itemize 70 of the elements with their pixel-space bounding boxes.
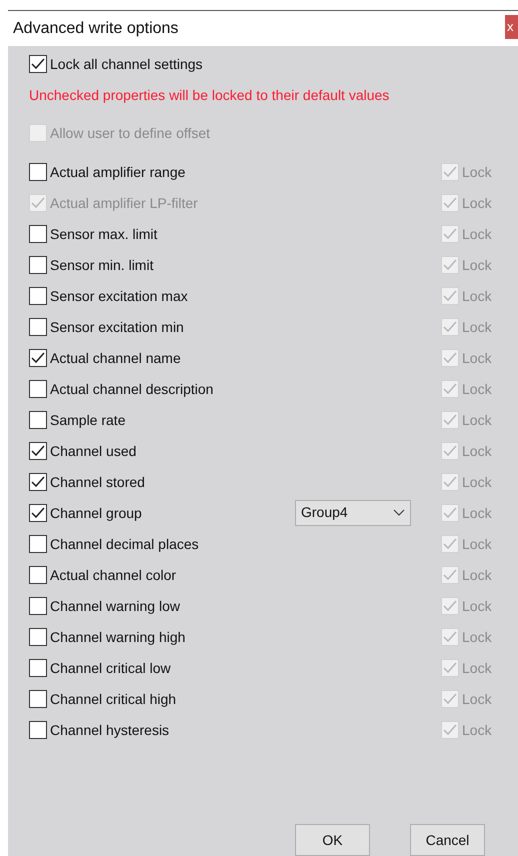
property-checkbox[interactable]: Channel warning high [29, 628, 295, 646]
checkmark-icon [31, 196, 45, 208]
checkmark-icon [443, 290, 457, 302]
checkmark-icon [443, 476, 457, 488]
checkbox[interactable] [29, 442, 47, 460]
property-checkbox[interactable]: Actual channel color [29, 566, 295, 584]
property-checkbox[interactable]: Sensor max. limit [29, 224, 295, 242]
chevron-down-icon [393, 509, 405, 516]
property-checkbox[interactable]: Actual channel name [29, 348, 295, 366]
property-checkbox[interactable]: Channel hysteresis [29, 720, 295, 738]
checkmark-icon [443, 382, 457, 394]
checkbox[interactable] [29, 504, 47, 522]
checkbox[interactable] [29, 534, 47, 552]
lock-all-checkbox[interactable]: Lock all channel settings [29, 55, 504, 73]
checkmark-icon [31, 444, 45, 456]
checkmark-icon [443, 600, 457, 612]
ok-button[interactable]: OK [295, 824, 370, 856]
checkbox[interactable] [29, 658, 47, 676]
checkmark-icon [443, 724, 457, 736]
property-checkbox[interactable]: Actual amplifier range [29, 162, 295, 180]
checkbox[interactable] [29, 596, 47, 614]
checkbox[interactable] [29, 690, 47, 708]
checkmark-icon [443, 506, 457, 518]
warning-text: Unchecked properties will be locked to their default values [29, 86, 390, 104]
property-checkbox[interactable]: Channel used [29, 442, 295, 460]
checkmark-icon [443, 538, 457, 550]
property-checkbox[interactable]: Sample rate [29, 410, 295, 428]
checkbox[interactable] [29, 566, 47, 584]
checkmark-icon [443, 228, 457, 240]
checkbox[interactable] [29, 256, 47, 274]
property-checkbox[interactable]: Channel group [29, 504, 295, 522]
checkbox[interactable] [29, 472, 47, 490]
property-checkbox[interactable]: Channel decimal places [29, 534, 295, 552]
checkmark-icon [31, 476, 45, 488]
property-checkbox[interactable]: Sensor excitation min [29, 318, 295, 336]
checkmark-icon [443, 196, 457, 208]
checkmark-icon [443, 414, 457, 426]
property-checkbox[interactable]: Channel critical low [29, 658, 295, 676]
checkbox[interactable] [29, 55, 47, 73]
checkmark-icon [443, 662, 457, 674]
checkmark-icon [31, 506, 45, 518]
checkmark-icon [443, 258, 457, 270]
checkmark-icon [443, 444, 457, 456]
window-title: Advanced write options [13, 18, 178, 38]
property-checkbox[interactable]: Channel stored [29, 472, 295, 490]
property-checkbox[interactable]: Actual channel description [29, 380, 295, 398]
checkmark-icon [443, 692, 457, 704]
checkbox[interactable] [29, 628, 47, 646]
checkmark-icon [443, 352, 457, 364]
property-checkbox[interactable]: Channel warning low [29, 596, 295, 614]
checkbox[interactable] [29, 318, 47, 336]
property-checkbox[interactable]: Channel critical high [29, 690, 295, 708]
checkmark-icon [443, 630, 457, 642]
checkmark-icon [31, 352, 45, 364]
checkbox[interactable] [29, 286, 47, 304]
property-checkbox[interactable]: Sensor min. limit [29, 256, 295, 274]
checkbox[interactable] [29, 720, 47, 738]
checkmark-icon [443, 568, 457, 580]
checkmark-icon [443, 320, 457, 332]
checkbox[interactable] [29, 224, 47, 242]
property-checkbox[interactable]: Sensor excitation max [29, 286, 295, 304]
group-dropdown[interactable]: Group4 [295, 500, 411, 526]
checkbox[interactable] [29, 380, 47, 398]
checkbox[interactable] [29, 410, 47, 428]
checkbox[interactable] [29, 348, 47, 366]
close-button[interactable]: x [505, 14, 518, 38]
checkmark-icon [443, 166, 457, 178]
checkbox[interactable] [29, 162, 47, 180]
checkmark-icon [31, 58, 45, 70]
cancel-button[interactable]: Cancel [410, 824, 485, 856]
